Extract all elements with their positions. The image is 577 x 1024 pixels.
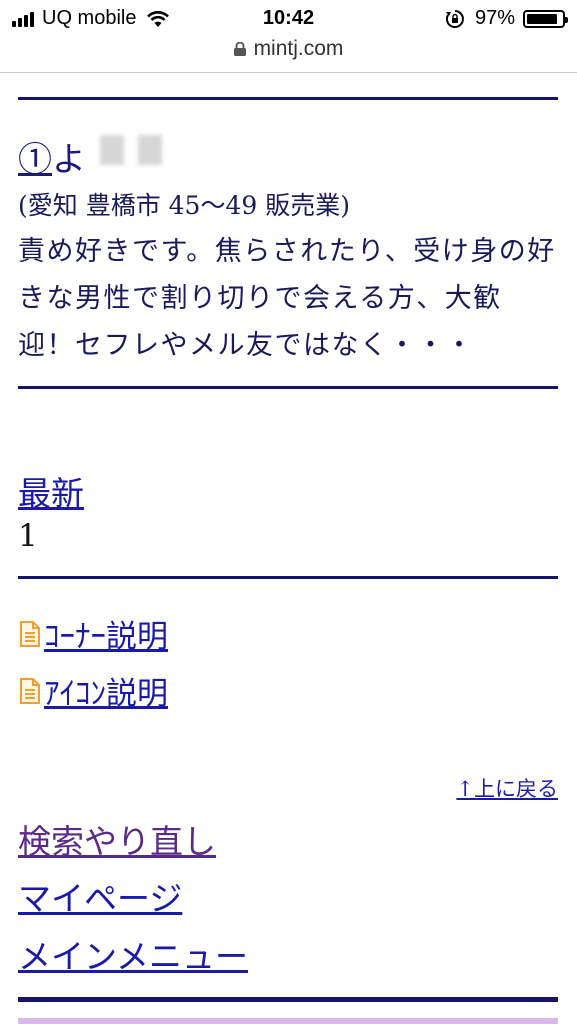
profile-description: 責め好きです。焦らされたり、受け身の好きな男性で割り切りで会える方、大歓迎！セフ… bbox=[18, 236, 556, 361]
back-to-top-link[interactable]: ↑上に戻る bbox=[456, 773, 558, 803]
document-icon bbox=[20, 620, 40, 647]
divider bbox=[18, 97, 558, 100]
url-text: mintj.com bbox=[253, 37, 344, 60]
battery-percent: 97% bbox=[474, 7, 515, 29]
page-number: 1 bbox=[18, 518, 38, 554]
battery-icon bbox=[523, 9, 568, 28]
corner-help-item[interactable]: ｺｰﾅｰ説明 bbox=[20, 611, 168, 656]
blurred-name-part bbox=[100, 135, 124, 165]
search-again-link[interactable]: 検索やり直し bbox=[18, 815, 216, 863]
status-right: 97% bbox=[445, 7, 568, 30]
my-page-link[interactable]: マイページ bbox=[18, 872, 182, 920]
browser-chrome-divider bbox=[0, 72, 577, 73]
battery-fill bbox=[527, 13, 557, 24]
profile-name: よ bbox=[52, 140, 86, 180]
corner-help-link[interactable]: ｺｰﾅｰ説明 bbox=[44, 611, 168, 656]
divider bbox=[18, 576, 558, 579]
blurred-name-part bbox=[138, 135, 162, 165]
document-icon bbox=[20, 677, 40, 704]
main-menu-link[interactable]: メインメニュー bbox=[18, 930, 248, 978]
url-bar[interactable]: mintj.com bbox=[0, 32, 577, 70]
status-bar: UQ mobile 10:42 97% bbox=[0, 0, 577, 36]
latest-link[interactable]: 最新 bbox=[18, 467, 84, 515]
icon-help-item[interactable]: ｱｲｺﾝ説明 bbox=[20, 668, 168, 713]
profile-title: ①よ bbox=[18, 132, 86, 181]
footer-strip bbox=[18, 1018, 558, 1024]
padlock-icon bbox=[233, 42, 246, 56]
profile-meta: (愛知 豊橋市 45〜49 販売業) bbox=[18, 191, 350, 220]
profile-number-link[interactable]: ① bbox=[18, 140, 52, 180]
divider bbox=[18, 997, 558, 1002]
rotation-lock-icon bbox=[445, 9, 464, 28]
divider bbox=[18, 386, 558, 389]
icon-help-link[interactable]: ｱｲｺﾝ説明 bbox=[44, 668, 168, 713]
